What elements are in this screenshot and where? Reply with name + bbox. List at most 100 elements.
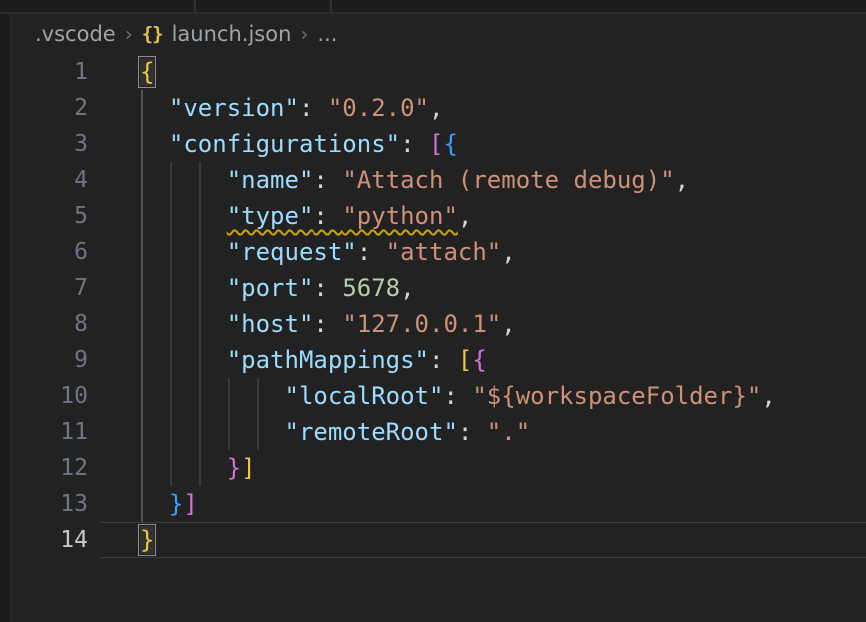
code-text[interactable]: "type": "python", <box>88 198 472 234</box>
code-token <box>140 166 227 194</box>
code-token: , <box>458 202 472 230</box>
code-token: "request" <box>227 238 357 266</box>
code-line[interactable]: 6 "request": "attach", <box>0 234 866 270</box>
code-line[interactable]: 12 }] <box>0 450 866 486</box>
code-line[interactable]: 9 "pathMappings": [{ <box>0 342 866 378</box>
code-token: "pathMappings" <box>227 346 429 374</box>
code-line[interactable]: 2 "version": "0.2.0", <box>0 90 866 126</box>
line-number[interactable]: 11 <box>0 414 88 450</box>
code-token: "remoteRoot" <box>285 418 458 446</box>
code-text[interactable]: "remoteRoot": "." <box>88 414 530 450</box>
code-editor[interactable]: 1{2 "version": "0.2.0",3 "configurations… <box>0 54 866 622</box>
code-token: } <box>227 454 241 482</box>
code-line[interactable]: 10 "localRoot": "${workspaceFolder}", <box>0 378 866 414</box>
code-token: [ <box>429 130 443 158</box>
code-text[interactable]: }] <box>88 486 198 522</box>
breadcrumb-file[interactable]: launch.json <box>172 22 292 46</box>
code-token: : <box>443 382 472 410</box>
code-token <box>140 238 227 266</box>
code-token: , <box>429 94 443 122</box>
code-token: ] <box>183 490 197 518</box>
tab-divider <box>330 0 332 12</box>
code-text[interactable]: } <box>88 522 154 558</box>
code-token <box>140 310 227 338</box>
code-token <box>140 202 227 230</box>
code-text[interactable]: { <box>88 54 154 90</box>
code-token: "Attach (remote debug)" <box>342 166 674 194</box>
code-line[interactable]: 4 "name": "Attach (remote debug)", <box>0 162 866 198</box>
code-token: "${workspaceFolder}" <box>472 382 761 410</box>
code-token <box>140 94 169 122</box>
code-line[interactable]: 3 "configurations": [{ <box>0 126 866 162</box>
code-token: : <box>429 346 458 374</box>
code-token: "127.0.0.1" <box>342 310 501 338</box>
line-number[interactable]: 4 <box>0 162 88 198</box>
code-text[interactable]: "localRoot": "${workspaceFolder}", <box>88 378 776 414</box>
code-token: "." <box>487 418 530 446</box>
code-token: : <box>313 202 342 230</box>
line-number[interactable]: 14 <box>0 522 88 558</box>
code-text[interactable]: "configurations": [{ <box>88 126 458 162</box>
code-token: "attach" <box>386 238 502 266</box>
code-token: : <box>313 310 342 338</box>
code-token: : <box>458 418 487 446</box>
code-token <box>140 130 169 158</box>
line-number[interactable]: 2 <box>0 90 88 126</box>
code-token: "host" <box>227 310 314 338</box>
tab-divider <box>194 0 196 12</box>
line-number[interactable]: 8 <box>0 306 88 342</box>
line-number[interactable]: 6 <box>0 234 88 270</box>
line-number[interactable]: 7 <box>0 270 88 306</box>
code-line[interactable]: 14} <box>0 522 866 558</box>
code-text[interactable]: "pathMappings": [{ <box>88 342 487 378</box>
code-text[interactable]: "version": "0.2.0", <box>88 90 443 126</box>
code-token: : <box>299 94 328 122</box>
breadcrumb-symbol-ellipsis[interactable]: ... <box>317 22 337 46</box>
line-number[interactable]: 1 <box>0 54 88 90</box>
line-number[interactable]: 12 <box>0 450 88 486</box>
code-line[interactable]: 11 "remoteRoot": "." <box>0 414 866 450</box>
code-token <box>140 346 227 374</box>
line-number[interactable]: 3 <box>0 126 88 162</box>
code-token: } <box>169 490 183 518</box>
code-line[interactable]: 8 "host": "127.0.0.1", <box>0 306 866 342</box>
code-token: "localRoot" <box>285 382 444 410</box>
code-token: ] <box>241 454 255 482</box>
code-token: : <box>313 274 342 302</box>
code-token <box>140 490 169 518</box>
tab-bar[interactable] <box>0 0 866 14</box>
line-number[interactable]: 9 <box>0 342 88 378</box>
code-token: , <box>761 382 775 410</box>
code-token: , <box>675 166 689 194</box>
code-token: : <box>313 166 342 194</box>
code-line[interactable]: 5 "type": "python", <box>0 198 866 234</box>
code-text[interactable]: "host": "127.0.0.1", <box>88 306 516 342</box>
code-text[interactable]: "port": 5678, <box>88 270 415 306</box>
code-token <box>140 274 227 302</box>
breadcrumb-folder[interactable]: .vscode <box>35 22 116 46</box>
breadcrumb: .vscode › {} launch.json › ... <box>11 14 866 54</box>
code-token <box>140 454 227 482</box>
code-lines: 1{2 "version": "0.2.0",3 "configurations… <box>0 54 866 558</box>
code-token: "python" <box>342 202 458 230</box>
code-text[interactable]: }] <box>88 450 256 486</box>
code-token: "0.2.0" <box>328 94 429 122</box>
line-number[interactable]: 10 <box>0 378 88 414</box>
code-line[interactable]: 7 "port": 5678, <box>0 270 866 306</box>
vscode-window: .vscode › {} launch.json › ... 1{2 "vers… <box>0 0 866 622</box>
chevron-right-icon: › <box>125 22 133 46</box>
code-token: : <box>400 130 429 158</box>
code-line[interactable]: 1{ <box>0 54 866 90</box>
code-token <box>140 418 285 446</box>
code-text[interactable]: "name": "Attach (remote debug)", <box>88 162 689 198</box>
line-number[interactable]: 13 <box>0 486 88 522</box>
code-token: "port" <box>227 274 314 302</box>
code-token: { <box>140 58 154 86</box>
code-token: { <box>472 346 486 374</box>
code-line[interactable]: 13 }] <box>0 486 866 522</box>
line-number[interactable]: 5 <box>0 198 88 234</box>
code-token: [ <box>458 346 472 374</box>
code-token: "type" <box>227 202 314 230</box>
chevron-right-icon: › <box>300 22 308 46</box>
code-text[interactable]: "request": "attach", <box>88 234 516 270</box>
